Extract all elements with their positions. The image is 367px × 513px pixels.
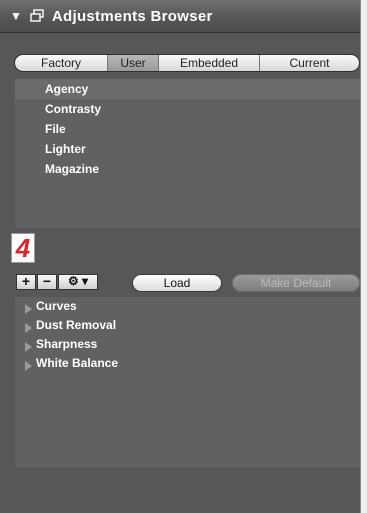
- tree-item-white-balance[interactable]: White Balance: [15, 354, 360, 373]
- preset-item-magazine[interactable]: Magazine: [15, 159, 360, 179]
- gear-menu-button[interactable]: ⚙ ▾: [58, 274, 98, 290]
- preset-item-contrasty[interactable]: Contrasty: [15, 99, 360, 119]
- tree-item-curves[interactable]: Curves: [15, 297, 360, 316]
- panel-footer: [0, 467, 360, 513]
- adjustments-browser-panel: ▼ Adjustments Browser Factory User Embed…: [0, 0, 361, 513]
- preset-item-file[interactable]: File: [15, 119, 360, 139]
- panel-title: Adjustments Browser: [51, 7, 213, 25]
- tree-item-dust-removal[interactable]: Dust Removal: [15, 316, 360, 335]
- step-number: 4: [15, 232, 31, 263]
- disclosure-triangle-down-icon[interactable]: ▼: [10, 9, 22, 23]
- tree-item-label: Sharpness: [36, 337, 98, 351]
- panel-title-bar[interactable]: ▼ Adjustments Browser: [0, 0, 360, 33]
- panel-icon: [30, 9, 44, 22]
- load-button[interactable]: Load: [132, 274, 222, 292]
- preset-source-tabs: Factory User Embedded Current: [14, 54, 360, 72]
- preset-list: Agency Contrasty File Lighter Magazine: [15, 79, 360, 228]
- tree-item-sharpness[interactable]: Sharpness: [15, 335, 360, 354]
- make-default-button[interactable]: Make Default: [232, 274, 360, 292]
- tree-item-label: Curves: [36, 299, 77, 313]
- disclosure-triangle-right-icon[interactable]: [25, 341, 32, 352]
- disclosure-triangle-right-icon[interactable]: [25, 360, 32, 371]
- add-preset-button[interactable]: +: [16, 274, 36, 290]
- preset-item-lighter[interactable]: Lighter: [15, 139, 360, 159]
- tab-embedded[interactable]: Embedded: [158, 55, 259, 71]
- tab-current[interactable]: Current: [259, 55, 359, 71]
- remove-preset-button[interactable]: −: [37, 274, 57, 290]
- tree-item-label: White Balance: [36, 356, 119, 370]
- tree-item-label: Dust Removal: [36, 318, 117, 332]
- adjustments-tree: Curves Dust Removal Sharpness White Bala…: [15, 297, 360, 467]
- tab-factory[interactable]: Factory: [15, 55, 107, 71]
- tab-user[interactable]: User: [107, 55, 158, 71]
- disclosure-triangle-right-icon[interactable]: [25, 303, 32, 314]
- preset-item-agency[interactable]: Agency: [15, 79, 360, 99]
- disclosure-triangle-right-icon[interactable]: [25, 322, 32, 333]
- step-number-badge: 4: [11, 233, 35, 263]
- preset-toolbar: + − ⚙ ▾ Load Make Default: [15, 272, 360, 294]
- window-edge: [361, 0, 367, 513]
